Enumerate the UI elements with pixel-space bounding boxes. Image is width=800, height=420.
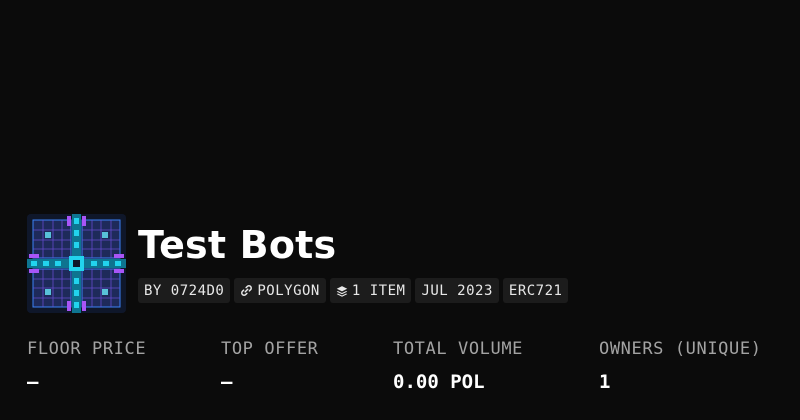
total-volume-value: 0.00 POL [393, 371, 485, 393]
collection-title: Test Bots [138, 223, 337, 267]
layers-icon [336, 285, 348, 297]
standard-label: ERC721 [508, 282, 563, 299]
stat-total-volume: TOTAL VOLUME 0.00 POL [393, 338, 523, 394]
stat-floor-price: FLOOR PRICE — [27, 338, 146, 394]
floor-price-value: — [27, 371, 39, 393]
stat-top-offer: TOP OFFER — [221, 338, 319, 394]
top-offer-value: — [221, 371, 233, 393]
network-chip[interactable]: POLYGON [234, 278, 326, 303]
floor-price-label: FLOOR PRICE [27, 339, 147, 359]
date-chip: JUL 2023 [415, 278, 499, 303]
pixel-robot-image [27, 214, 126, 313]
collection-avatar [27, 214, 126, 313]
date-label: JUL 2023 [421, 282, 493, 299]
link-icon [240, 284, 253, 297]
creator-chip[interactable]: BY 0724D0 [138, 278, 231, 303]
owners-label: OWNERS (UNIQUE) [599, 339, 762, 359]
stat-owners: OWNERS (UNIQUE) 1 [599, 338, 762, 394]
creator-label: BY 0724D0 [144, 282, 225, 299]
total-volume-label: TOTAL VOLUME [393, 339, 524, 359]
items-label: 1 ITEM [351, 282, 406, 299]
collection-meta-chips: BY 0724D0 POLYGON 1 ITEM JUL 2023 ERC721 [138, 278, 569, 303]
items-chip[interactable]: 1 ITEM [329, 278, 412, 303]
owners-value: 1 [599, 371, 611, 393]
network-label: POLYGON [257, 282, 320, 299]
standard-chip: ERC721 [502, 278, 569, 303]
top-offer-label: TOP OFFER [221, 339, 319, 359]
